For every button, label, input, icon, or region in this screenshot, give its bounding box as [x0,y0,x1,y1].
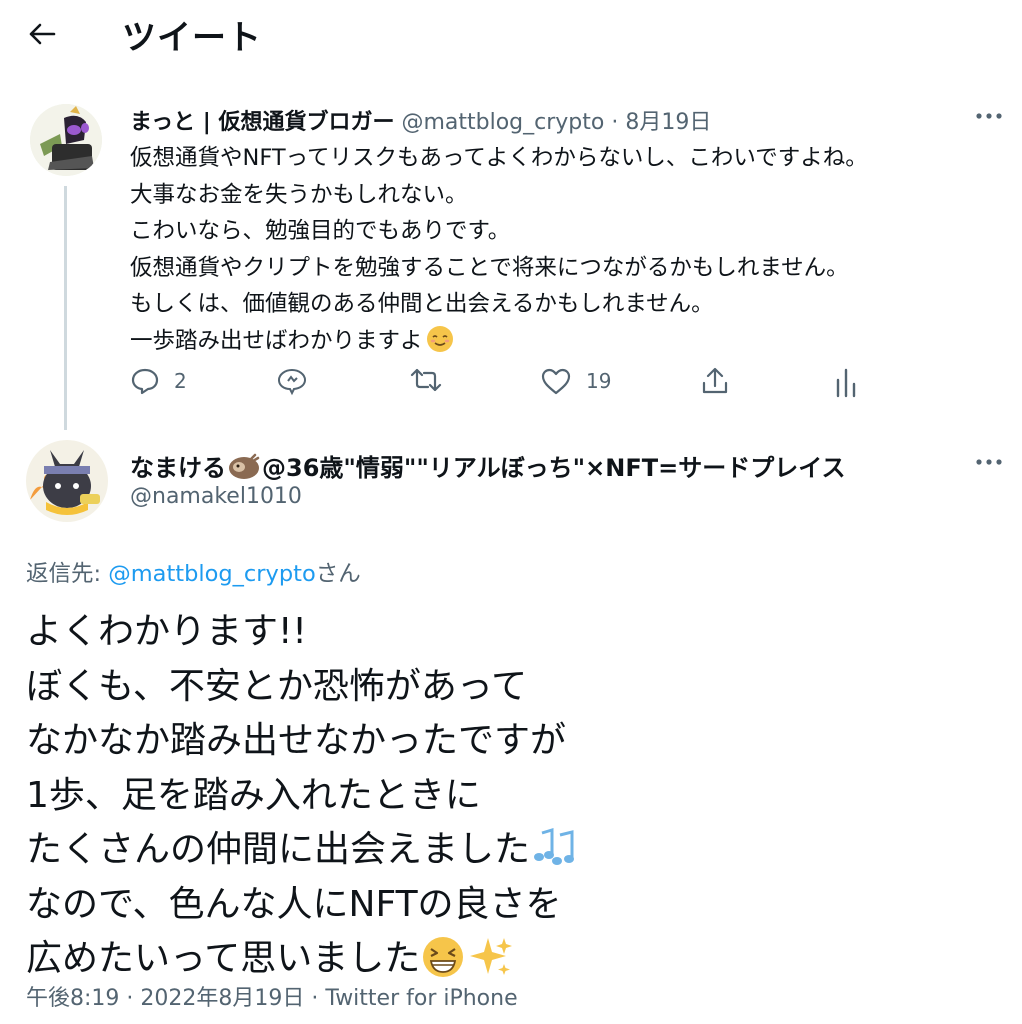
back-arrow-icon [29,23,56,45]
more-dots-icon [976,459,1002,465]
analytics-bubble-button[interactable] [276,366,308,396]
musical-notes-icon [534,827,575,865]
avatar-image-icon [26,440,108,522]
reply-icon [131,368,159,395]
tweet-analytics-button[interactable] [834,366,858,398]
tweet-line: たくさんの仲間に出会えました [26,829,531,870]
thread-connector-line [64,186,67,430]
tweet-line-with-emoji: たくさんの仲間に出会えました [26,823,986,878]
replying-to-prefix: 返信先: [26,561,109,587]
more-dots-icon [976,113,1002,119]
avatar[interactable] [30,104,102,176]
author-handle[interactable]: @mattblog_crypto [401,110,604,135]
heart-icon [541,368,571,395]
replying-to: 返信先: @mattblog_cryptoさん [26,556,361,588]
share-icon [702,367,728,394]
tweet-line: なので、色んな人にNFTの良さを [26,883,562,925]
retweet-button[interactable] [410,366,442,394]
more-options-button[interactable] [972,450,1006,474]
tweet-header: まっと | 仮想通貨ブロガー @mattblog_crypto · 8月19日 [130,104,711,136]
author-name[interactable]: まっと | 仮想通貨ブロガー [130,110,394,135]
tweet-full-date[interactable]: 2022年8月19日 [140,986,304,1011]
tweet-line: なかなか踏み出せなかったですが [26,720,567,761]
retweet-icon [410,368,442,392]
more-options-button[interactable] [972,104,1006,128]
avatar-image-icon [30,104,102,176]
reply-count: 2 [174,369,187,393]
separator-dot: · [611,110,619,135]
tweet-text: よくわかります!! ぼくも、不安とか恐怖があって なかなか踏み出せなかったですが 1歩… [26,605,986,987]
tweet-line: 1歩、足を踏み入れたときに [26,774,481,816]
tweet-line: 仮想通貨やクリプトを勉強することで将来につながるかもしれません。 [130,254,849,281]
tweet-actions: 2 19 [130,366,870,402]
replying-to-suffix: さん [315,561,361,587]
avatar[interactable] [26,440,108,522]
relieved-face-icon [426,326,453,352]
sloth-icon [229,453,260,479]
tweet-line: 仮想通貨やNFTってリスクもあってよくわからないし、こわいですよね。 [130,145,868,171]
tweet-date[interactable]: 8月19日 [625,110,711,135]
spaces-bubble-icon [277,368,307,396]
author-name-part: なまける [130,454,226,482]
analytics-bars-icon [836,368,856,398]
author-name[interactable]: なまける @36歳"情弱""リアルぼっち"×NFT=サードプレイス [130,448,846,483]
tweet-line: 一歩踏み出せばわかりますよ [130,327,423,354]
grinning-squinting-face-icon [423,937,464,977]
tweet-time[interactable]: 午後8:19 [26,986,119,1011]
tweet-line: 大事なお金を失うかもしれない。 [130,181,468,208]
share-button[interactable] [700,366,730,396]
author-handle[interactable]: @namakel1010 [130,484,302,509]
tweet-line: よくわかります!! [26,611,307,652]
separator-dot: · [126,986,134,1011]
replying-to-handle-link[interactable]: @mattblog_crypto [108,561,316,587]
like-count: 19 [586,369,612,393]
tweet-meta: 午後8:19 · 2022年8月19日 · Twitter for iPhone [26,980,518,1012]
page-title: ツイート [122,18,262,58]
tweet-text: 仮想通貨やNFTってリスクもあってよくわからないし、こわいですよね。 大事なお金を… [130,140,1010,359]
sparkles-icon [470,938,513,975]
tweet-line: ぼくも、不安とか恐怖があって [26,665,528,707]
tweet-line: こわいなら、勉強目的でもありです。 [130,218,511,244]
tweet-line: もしくは、価値観のある仲間と出会えるかもしれません。 [130,291,714,317]
tweet-line-with-emoji: 一歩踏み出せばわかりますよ [130,323,1010,360]
tweet-line-with-emoji: 広めたいって思いました [26,932,986,987]
separator-dot: · [311,986,319,1011]
like-button[interactable]: 19 [540,366,611,396]
reply-button[interactable]: 2 [130,366,187,396]
tweet-source[interactable]: Twitter for iPhone [325,986,517,1011]
author-name-part: @36歳"情弱""リアルぼっち"×NFT=サードプレイス [262,454,846,482]
tweet-line: 広めたいって思いました [26,938,421,979]
back-button[interactable] [22,14,62,54]
